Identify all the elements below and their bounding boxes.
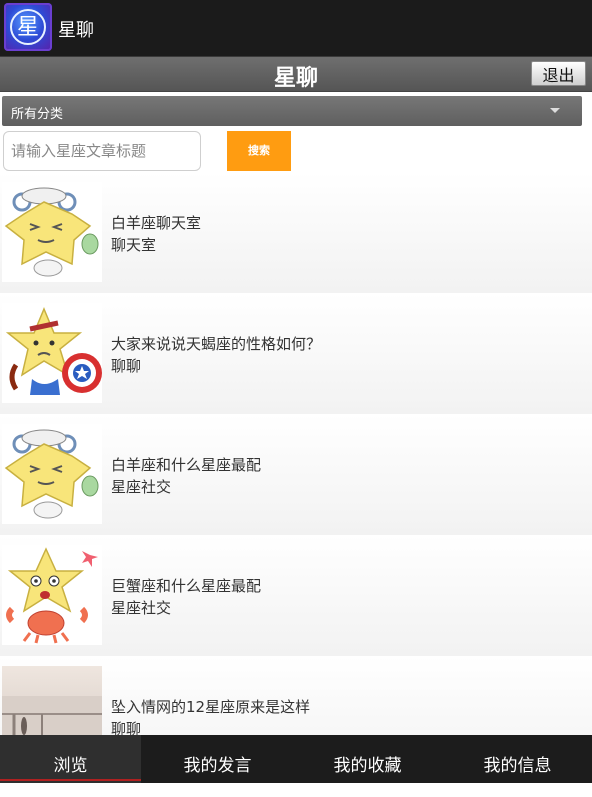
photo-thumbnail xyxy=(2,666,102,735)
aries-cartoon-icon xyxy=(2,424,102,524)
app-icon: 星 xyxy=(4,3,52,51)
list-item[interactable]: 白羊座和什么星座最配 星座社交 xyxy=(0,414,592,536)
category-selected-label: 所有分类 xyxy=(11,107,64,122)
article-list: 白羊座聊天室 聊天室 大家来说说天蝎座的性格如何？ 聊聊 白羊座和什么星座最配 … xyxy=(0,172,592,735)
bottom-tab-bar: 浏览 我的发言 我的收藏 我的信息 xyxy=(0,735,592,783)
item-title: 坠入情网的12星座原来是这样 xyxy=(111,698,311,716)
page-title: 星聊 xyxy=(273,66,318,91)
page-header: 星聊 xyxy=(0,57,592,92)
list-item[interactable]: 巨蟹座和什么星座最配 星座社交 xyxy=(0,535,592,657)
tab-browse[interactable]: 浏览 xyxy=(0,735,141,783)
item-category: 星座社交 xyxy=(111,599,172,617)
item-title: 大家来说说天蝎座的性格如何？ xyxy=(111,335,322,353)
tab-my-posts[interactable]: 我的发言 xyxy=(146,735,289,783)
cancer-cartoon-icon xyxy=(2,545,102,645)
item-category: 聊聊 xyxy=(111,357,142,375)
scorpio-cartoon-icon xyxy=(2,303,102,403)
aries-cartoon-icon xyxy=(2,182,102,282)
app-icon-glyph: 星 xyxy=(10,9,46,45)
item-title: 白羊座和什么星座最配 xyxy=(111,456,262,474)
list-item[interactable]: 大家来说说天蝎座的性格如何？ 聊聊 xyxy=(0,293,592,415)
list-item[interactable]: 坠入情网的12星座原来是这样 聊聊 xyxy=(0,656,592,735)
tab-my-info[interactable]: 我的信息 xyxy=(446,735,589,783)
search-button[interactable]: 搜索 xyxy=(227,131,291,171)
item-title: 白羊座聊天室 xyxy=(111,214,202,232)
item-category: 聊天室 xyxy=(111,236,157,254)
search-input[interactable] xyxy=(3,131,201,171)
app-title: 星聊 xyxy=(58,20,94,41)
item-title: 巨蟹座和什么星座最配 xyxy=(111,577,262,595)
category-select[interactable]: 所有分类 xyxy=(2,96,582,126)
app-title-bar: 星 星聊 xyxy=(0,0,592,57)
item-category: 聊聊 xyxy=(111,720,142,735)
list-item[interactable]: 白羊座聊天室 聊天室 xyxy=(0,172,592,294)
logout-button[interactable]: 退出 xyxy=(531,61,586,86)
chevron-down-icon xyxy=(550,108,560,113)
item-category: 星座社交 xyxy=(111,478,172,496)
tab-my-favorites[interactable]: 我的收藏 xyxy=(296,735,439,783)
